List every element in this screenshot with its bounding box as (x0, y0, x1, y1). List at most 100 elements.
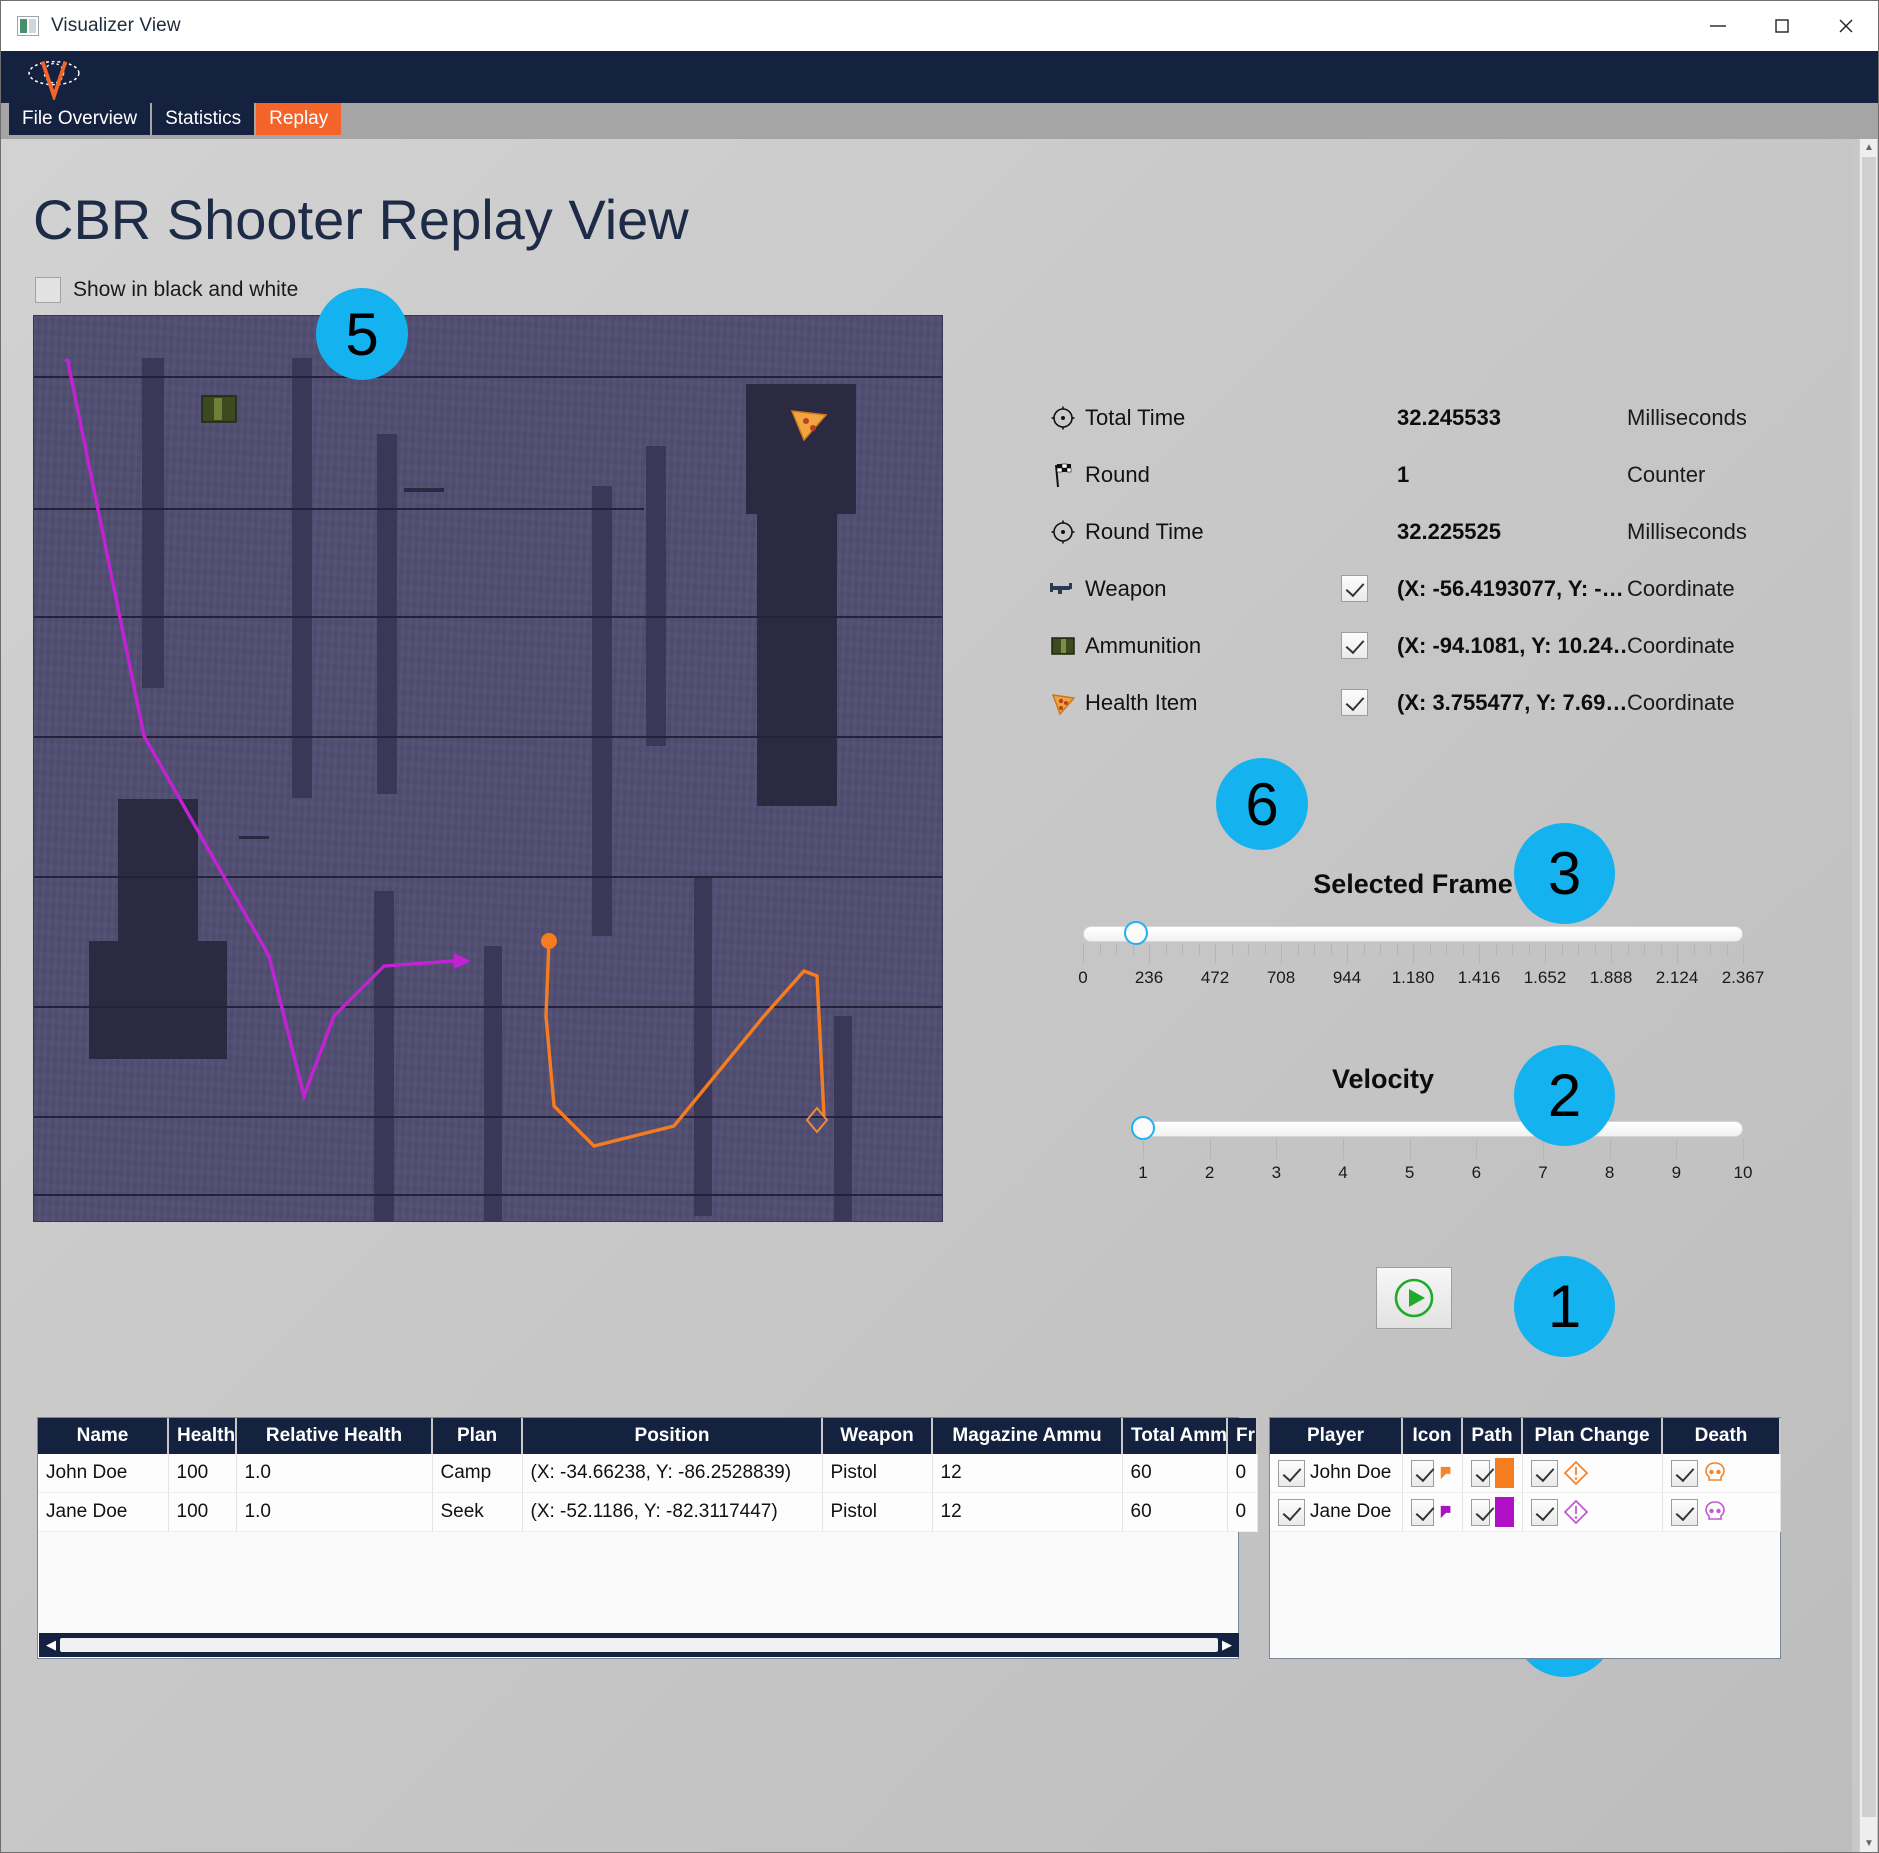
cell-death (1662, 1492, 1781, 1532)
cell-player: Jane Doe (1270, 1492, 1403, 1532)
slider-tick-label: 5 (1404, 1163, 1415, 1182)
slider-tick (1609, 1139, 1611, 1159)
icon-visibility-checkbox[interactable] (1410, 1459, 1435, 1487)
path-visibility-checkbox[interactable] (1470, 1498, 1491, 1526)
slider-tick-minor (1116, 944, 1117, 955)
minimize-button[interactable] (1686, 1, 1750, 51)
vertical-scroll-thumb[interactable] (1862, 157, 1876, 1817)
slider-tick-minor (1330, 944, 1332, 955)
table-row[interactable]: John Doe 100 1.0 Camp (X: -34.66238, Y: … (38, 1454, 1258, 1493)
slider-tick (1545, 944, 1546, 964)
cell-weapon: Pistol (822, 1454, 933, 1493)
player-visibility-checkbox[interactable] (1278, 1498, 1305, 1526)
window-controls (1686, 1, 1878, 51)
table-row[interactable]: John Doe (1270, 1454, 1781, 1493)
stat-label: Weapon (1085, 575, 1167, 601)
pizza-icon (1041, 690, 1085, 716)
window-vertical-scrollbar[interactable]: ▲ ▼ (1859, 139, 1878, 1852)
col-name[interactable]: Name (38, 1418, 169, 1454)
slider-tick-minor (1660, 944, 1662, 955)
stat-row-round: Round 1 Counter (1041, 446, 1771, 503)
col-magazine-ammu[interactable]: Magazine Ammu (932, 1418, 1123, 1454)
col-plan[interactable]: Plan (432, 1418, 523, 1454)
slider-tick-label: 708 (1266, 968, 1296, 987)
health-item-visibility-checkbox[interactable] (1341, 689, 1368, 716)
selected-frame-title: Selected Frame (1313, 869, 1513, 899)
table-row[interactable]: Jane Doe (1270, 1492, 1781, 1532)
stat-value: (X: -94.1081, Y: 10.24… (1397, 632, 1627, 658)
slider-tick-minor (1165, 944, 1167, 955)
selected-frame-slider[interactable]: 0 236 472 708 944 1.180 1.416 1.652 1.888 2.124 2.… (1078, 921, 1764, 994)
cell-path (1462, 1454, 1523, 1493)
callout-1: 1 (1514, 1256, 1615, 1357)
cell-position: (X: -52.1186, Y: -82.3117447) (522, 1492, 823, 1532)
slider-tick-label: 1.180 (1391, 968, 1435, 987)
cell-health: 100 (168, 1492, 237, 1532)
slider-tick-label: 1.416 (1457, 968, 1501, 987)
icon-visibility-checkbox[interactable] (1410, 1498, 1435, 1526)
tab-statistics[interactable]: Statistics (152, 103, 255, 135)
plan-change-visibility-checkbox[interactable] (1530, 1498, 1558, 1526)
cell-icon (1402, 1454, 1463, 1493)
cell-weapon: Pistol (822, 1492, 933, 1532)
scroll-up-arrow[interactable]: ▲ (1860, 139, 1878, 157)
tab-file-overview[interactable]: File Overview (9, 103, 151, 135)
black-and-white-checkbox[interactable] (35, 277, 61, 303)
jane-path-line (66, 361, 455, 1102)
col-total-ammu[interactable]: Total Ammu (1122, 1418, 1228, 1454)
stat-label: Round (1085, 461, 1150, 487)
col-weapon[interactable]: Weapon (822, 1418, 933, 1454)
maximize-button[interactable] (1750, 1, 1814, 51)
scroll-left-arrow[interactable]: ◀ (42, 1637, 60, 1653)
close-button[interactable] (1814, 1, 1878, 51)
slider-tick-label: 9 (1671, 1163, 1682, 1182)
death-visibility-checkbox[interactable] (1670, 1498, 1698, 1526)
col-death[interactable]: Death (1662, 1418, 1781, 1454)
col-icon[interactable]: Icon (1402, 1418, 1463, 1454)
death-visibility-checkbox[interactable] (1670, 1459, 1698, 1487)
tab-replay[interactable]: Replay (256, 103, 342, 135)
col-frags[interactable]: Fr (1227, 1418, 1258, 1454)
scroll-right-arrow[interactable]: ▶ (1218, 1637, 1236, 1653)
col-relative-health[interactable]: Relative Health (236, 1418, 433, 1454)
slider-tick-minor (1297, 944, 1299, 955)
slider-tick (1143, 1139, 1144, 1159)
slider-tick-minor (1182, 944, 1183, 955)
plan-change-visibility-checkbox[interactable] (1530, 1459, 1558, 1487)
legend-table-header-row: Player Icon Path Plan Change Death (1270, 1418, 1781, 1454)
slider-tick-label: 7 (1538, 1163, 1548, 1182)
slider-tick-minor (1132, 944, 1134, 955)
ammunition-visibility-checkbox[interactable] (1341, 632, 1368, 659)
selected-frame-thumb[interactable] (1123, 921, 1148, 945)
velocity-thumb[interactable] (1131, 1116, 1155, 1140)
tab-strip: File Overview Statistics Replay (1, 103, 1878, 139)
velocity-slider[interactable]: 1 2 3 4 5 6 7 8 9 10 (1131, 1116, 1752, 1189)
scroll-down-arrow[interactable]: ▼ (1860, 1835, 1878, 1852)
stat-label: Round Time (1085, 518, 1204, 544)
weapon-visibility-checkbox[interactable] (1341, 575, 1368, 602)
col-player[interactable]: Player (1270, 1418, 1403, 1454)
col-path[interactable]: Path (1462, 1418, 1523, 1454)
player-visibility-checkbox[interactable] (1278, 1459, 1305, 1487)
path-visibility-checkbox[interactable] (1470, 1459, 1491, 1487)
col-health[interactable]: Health (168, 1418, 237, 1454)
table-row[interactable]: Jane Doe 100 1.0 Seek (X: -52.1186, Y: -… (38, 1492, 1258, 1532)
cell-player: John Doe (1270, 1454, 1403, 1493)
scroll-thumb[interactable] (60, 1638, 1218, 1652)
slider-tick (1611, 944, 1612, 964)
replay-map[interactable] (33, 315, 943, 1222)
col-plan-change[interactable]: Plan Change (1522, 1418, 1663, 1454)
cell-plan-change (1522, 1454, 1663, 1493)
window-title: Visualizer View (51, 15, 181, 36)
col-position[interactable]: Position (522, 1418, 823, 1454)
play-button[interactable] (1376, 1267, 1452, 1329)
slider-tick-minor (1644, 944, 1645, 955)
velocity-track[interactable] (1143, 1121, 1743, 1137)
slider-tick-label: 2 (1204, 1163, 1215, 1182)
slider-tick-minor (1561, 944, 1563, 955)
selected-frame-track[interactable] (1083, 926, 1743, 942)
health-item-marker (790, 410, 828, 442)
cell-frags: 0 (1227, 1454, 1258, 1493)
player-table-hscrollbar[interactable]: ◀ ▶ (39, 1633, 1239, 1657)
callout-6: 6 (1216, 758, 1308, 850)
